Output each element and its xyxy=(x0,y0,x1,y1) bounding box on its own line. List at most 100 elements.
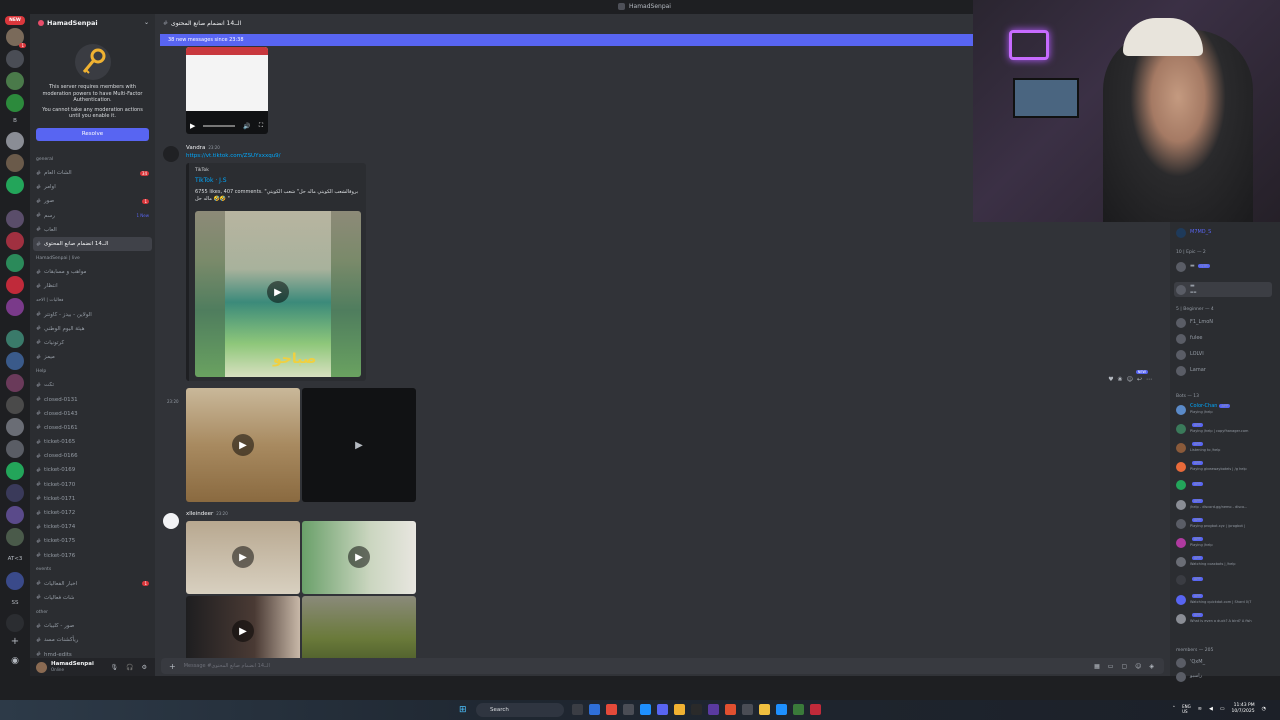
video-player[interactable]: ▶ 🔊 ⛶ xyxy=(186,47,268,134)
battery-icon[interactable]: ▭ xyxy=(1220,706,1225,712)
play-icon[interactable]: ▶ xyxy=(232,620,254,642)
media-tile[interactable] xyxy=(302,596,416,667)
server-icon[interactable] xyxy=(6,330,24,348)
message-composer[interactable]: + Message #الــ14 انضمام صانع المحتوى ▦ … xyxy=(161,658,1164,674)
server-icon[interactable] xyxy=(6,132,24,150)
app-icon[interactable] xyxy=(623,704,634,715)
reply-icon[interactable]: ↩ xyxy=(1137,376,1142,383)
channel-item[interactable]: # ميمز xyxy=(30,350,155,364)
app-icon[interactable] xyxy=(589,704,600,715)
channel-ticket[interactable]: # ticket-0170 xyxy=(30,478,155,492)
bot-member[interactable]: APP Playing /help | copyfhanager.com xyxy=(1176,423,1248,434)
play-icon[interactable]: ▶ xyxy=(232,546,254,568)
more-icon[interactable]: ⋯ xyxy=(1146,376,1152,383)
category-help[interactable]: Help xyxy=(30,364,155,378)
channel-item[interactable]: # رسم 1 New xyxy=(30,209,155,223)
taskbar-search[interactable]: Search xyxy=(476,703,564,717)
play-icon[interactable]: ▶ xyxy=(267,281,289,303)
bot-member[interactable]: APP/help - discord.gg/nemo - disco... xyxy=(1176,499,1247,510)
server-icon[interactable] xyxy=(6,462,24,480)
progress-bar[interactable] xyxy=(203,125,236,127)
avatar[interactable] xyxy=(1176,262,1186,272)
member-item[interactable]: LOLVI xyxy=(1176,350,1204,360)
app-icon[interactable] xyxy=(810,704,821,715)
channel-item[interactable]: # مواهب و مسابقات xyxy=(30,265,155,279)
chevron-down-icon[interactable]: ⌄ xyxy=(144,19,149,26)
channel-item[interactable]: # تكت xyxy=(30,378,155,392)
server-letter-b[interactable]: B xyxy=(6,112,24,130)
server-letter-ss[interactable]: SS xyxy=(6,594,24,612)
bot-member[interactable]: APP xyxy=(1176,480,1203,490)
media-tile[interactable]: ▶ xyxy=(186,596,300,667)
app-icon[interactable] xyxy=(640,704,651,715)
server-icon[interactable] xyxy=(6,232,24,250)
resolve-button[interactable]: Resolve xyxy=(36,127,149,141)
member-name[interactable]: M7MD_S xyxy=(1190,230,1211,236)
channel-item[interactable]: # الولاين - بيدز - كاونتر xyxy=(30,308,155,322)
play-icon[interactable]: ▶ xyxy=(190,122,195,130)
category-events[interactable]: فعاليات | الاحد xyxy=(30,294,155,308)
member-name[interactable]: راسبو xyxy=(1190,674,1202,680)
category-events-2[interactable]: events xyxy=(30,563,155,577)
app-icon[interactable] xyxy=(776,704,787,715)
channel-ticket[interactable]: # ticket-0174 xyxy=(30,520,155,534)
media-tile[interactable]: ▶ xyxy=(302,521,416,594)
sticker-icon[interactable]: ▢ xyxy=(1121,663,1127,670)
microphone-icon[interactable]: 🎙 xyxy=(111,664,119,671)
clock[interactable]: 11:43 PM 10/7/2025 xyxy=(1232,703,1255,715)
bot-member[interactable]: APP Playing progbot.xyz | /progbot | xyxy=(1176,518,1245,529)
embed-title[interactable]: TikTok · J.S xyxy=(195,177,227,184)
server-icon[interactable] xyxy=(6,50,24,68)
channel-ticket[interactable]: # ticket-0175 xyxy=(30,534,155,548)
media-tile[interactable]: ▶ xyxy=(186,521,300,594)
app-icon[interactable] xyxy=(691,704,702,715)
channel-ticket[interactable]: # ticket-0169 xyxy=(30,463,155,477)
category-live[interactable]: HamadSenpai | live xyxy=(30,251,155,265)
server-icon[interactable] xyxy=(6,94,24,112)
server-icon[interactable] xyxy=(6,374,24,392)
new-messages-bar[interactable]: 38 new messages since 23:38 xyxy=(160,34,978,46)
bot-member[interactable]: Color-Chan APP Playing /help xyxy=(1176,403,1231,415)
avatar[interactable] xyxy=(1176,228,1186,238)
bot-member[interactable]: APP Listening to /help xyxy=(1176,442,1220,453)
message-link[interactable]: https://vt.tiktok.com/ZSUYxxxqu9/ xyxy=(186,153,281,159)
language-indicator[interactable]: ENG US xyxy=(1182,704,1191,714)
channel-item[interactable]: # انتظار xyxy=(30,279,155,293)
app-icon[interactable] xyxy=(674,704,685,715)
channel-item[interactable]: # هيئة اليوم الوطني xyxy=(30,322,155,336)
server-icon[interactable] xyxy=(6,396,24,414)
app-icon[interactable] xyxy=(572,704,583,715)
channel-item[interactable]: # اخبار الفعاليات 1 xyxy=(30,577,155,591)
server-icon[interactable] xyxy=(6,352,24,370)
server-icon[interactable] xyxy=(6,572,24,590)
message-input[interactable]: Message #الــ14 انضمام صانع المحتوى xyxy=(184,663,270,669)
play-icon[interactable]: ▶ xyxy=(232,434,254,456)
category-general[interactable]: general xyxy=(30,152,155,166)
bot-member[interactable]: APP Watching quickdot.com | Shard 0/7 xyxy=(1176,594,1251,605)
channel-ticket[interactable]: # closed-0166 xyxy=(30,449,155,463)
channel-item[interactable]: # اوامر xyxy=(30,180,155,194)
notification-bell-icon[interactable]: ◔ xyxy=(1262,706,1266,712)
channel-ticket[interactable]: # ticket-0171 xyxy=(30,492,155,506)
chevron-up-icon[interactable]: ˄ xyxy=(1173,706,1176,712)
member-item[interactable]: Lamar xyxy=(1176,366,1206,376)
emoji-icon[interactable]: ☺ xyxy=(1135,663,1141,670)
author-name[interactable]: Vandra xyxy=(186,145,205,151)
avatar[interactable] xyxy=(1176,658,1186,668)
channel-item[interactable]: # الشات العام 34 xyxy=(30,166,155,180)
author-name[interactable]: xlleindeer xyxy=(186,511,213,517)
app-icon[interactable] xyxy=(742,704,753,715)
avatar[interactable] xyxy=(163,146,179,162)
server-icon[interactable] xyxy=(6,276,24,294)
add-server-icon[interactable]: + xyxy=(6,632,24,650)
avatar[interactable] xyxy=(1176,672,1186,682)
app-icon[interactable] xyxy=(725,704,736,715)
emoji-icon[interactable]: ☺ xyxy=(1127,376,1133,383)
wifi-icon[interactable]: ≋ xyxy=(1198,706,1202,712)
headphones-icon[interactable]: 🎧 xyxy=(126,664,133,671)
windows-start-icon[interactable]: ⊞ xyxy=(459,705,469,715)
channel-ticket[interactable]: # ticket-0176 xyxy=(30,549,155,563)
app-icon[interactable] xyxy=(793,704,804,715)
volume-icon[interactable]: ◀ xyxy=(1209,706,1213,712)
member-item[interactable]: F1_LmoN xyxy=(1176,318,1213,328)
